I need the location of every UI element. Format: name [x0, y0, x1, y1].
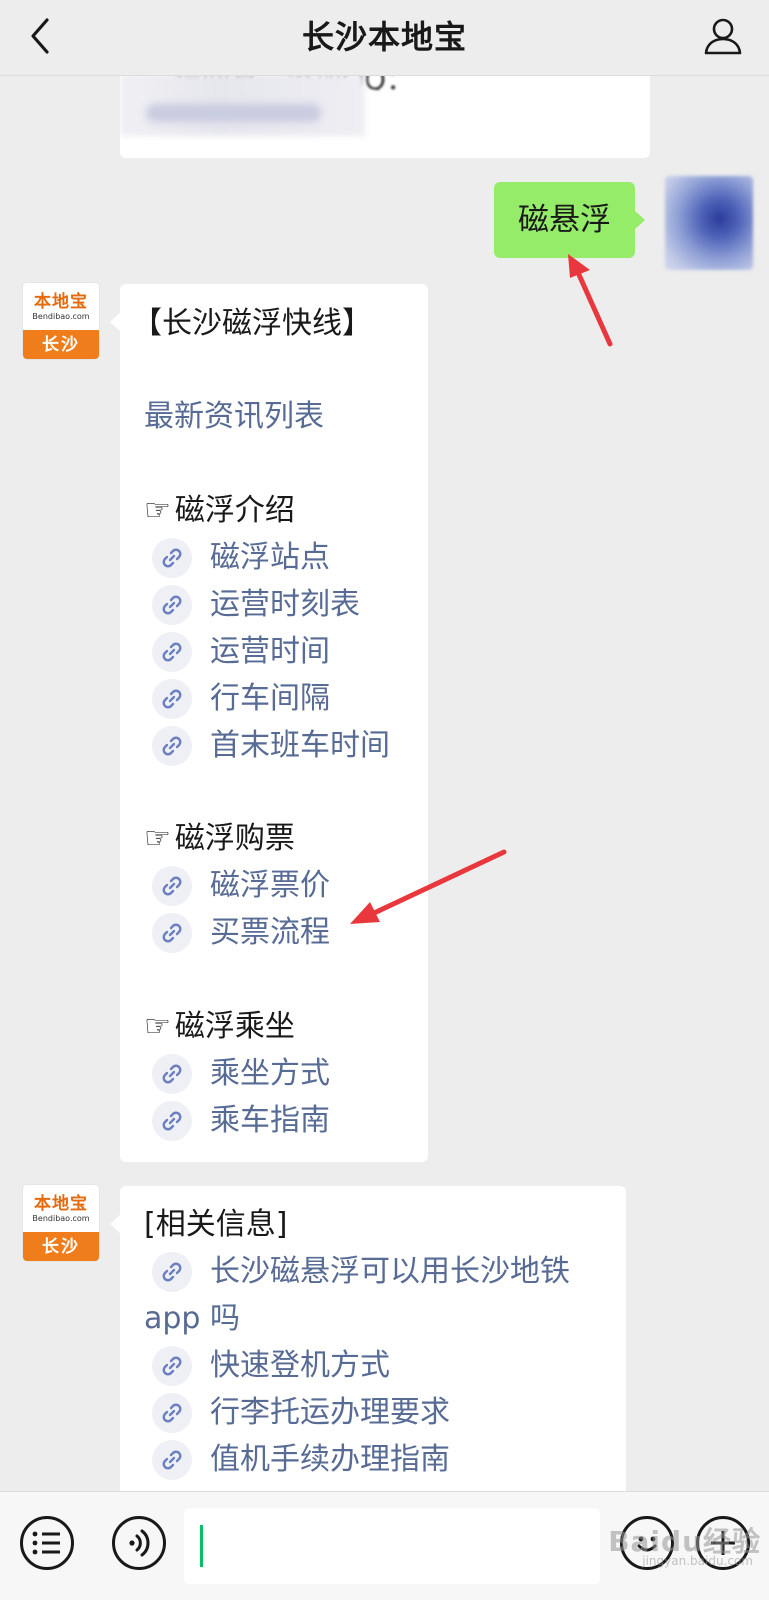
card-title: 【长沙磁浮快线】 — [132, 306, 372, 341]
logo-text: 本地宝 — [34, 1193, 88, 1214]
link-buy-process[interactable]: 买票流程 — [152, 910, 330, 956]
voice-button[interactable] — [112, 1516, 166, 1570]
menu-message-card: 【长沙磁浮快线】 最新资讯列表 ☞ 磁浮介绍 磁浮站点 运营时刻表 运营时间 行车… — [110, 284, 428, 1162]
logo-city: 长沙 — [23, 330, 99, 359]
bot-avatar[interactable]: 本地宝 Bendibao.com 长沙 — [22, 282, 100, 360]
related-info-heading: [相关信息] — [144, 1207, 288, 1242]
outgoing-message[interactable]: 磁悬浮 — [494, 182, 645, 258]
logo-subtext: Bendibao.com — [32, 1213, 90, 1223]
section-heading-tickets: ☞ 磁浮购票 — [144, 821, 295, 856]
link-fares[interactable]: 磁浮票价 — [152, 863, 330, 909]
link-hours[interactable]: 运营时间 — [152, 629, 330, 675]
link-timetable[interactable]: 运营时刻表 — [152, 582, 360, 628]
section-heading-riding: ☞ 磁浮乘坐 — [144, 1009, 295, 1044]
link-icon — [152, 632, 192, 672]
link-icon — [152, 726, 192, 766]
link-icon — [152, 585, 192, 625]
link-luggage[interactable]: 行李托运办理要求 — [152, 1390, 450, 1436]
annotation-arrow-up — [568, 254, 613, 347]
logo-city: 长沙 — [23, 1232, 99, 1261]
link-stations[interactable]: 磁浮站点 — [152, 535, 330, 581]
message-input[interactable] — [184, 1508, 600, 1584]
user-avatar[interactable] — [665, 176, 753, 270]
pointing-hand-icon: ☞ — [144, 1009, 171, 1044]
list-icon — [32, 1531, 60, 1555]
voice-icon — [129, 1529, 150, 1557]
link-riding-method[interactable]: 乘坐方式 — [152, 1051, 330, 1097]
link-check-in[interactable]: 值机手续办理指南 — [152, 1437, 450, 1483]
link-first-last-train[interactable]: 首末班车时间 — [152, 723, 390, 769]
related-info-card: [相关信息] 长沙磁悬浮可以用长沙地铁 app 吗 快速登机方式 行李托运办理要… — [110, 1186, 626, 1496]
profile-button[interactable] — [699, 12, 747, 60]
logo-subtext: Bendibao.com — [32, 311, 90, 321]
link-intervals[interactable]: 行车间隔 — [152, 676, 330, 722]
pointing-hand-icon: ☞ — [144, 493, 171, 528]
link-icon — [152, 1440, 192, 1480]
annotation-arrow-left — [350, 849, 507, 924]
link-fast-boarding[interactable]: 快速登机方式 — [152, 1343, 390, 1389]
link-icon — [152, 913, 192, 953]
link-metro-app-cont[interactable]: app 吗 — [144, 1296, 240, 1342]
link-icon — [152, 1393, 192, 1433]
top-bar: 长沙本地宝 — [0, 0, 769, 76]
link-icon — [152, 679, 192, 719]
person-icon — [704, 18, 742, 55]
link-icon — [152, 1252, 192, 1292]
link-icon — [152, 1054, 192, 1094]
link-icon — [152, 1346, 192, 1386]
menu-button[interactable] — [20, 1516, 74, 1570]
logo-text: 本地宝 — [34, 291, 88, 312]
chat-title: 长沙本地宝 — [301, 18, 467, 56]
input-bar: Baidu经验 jingyan.baidu.com — [0, 1491, 769, 1600]
link-icon — [152, 1101, 192, 1141]
bot-avatar[interactable]: 本地宝 Bendibao.com 长沙 — [22, 1184, 100, 1262]
news-list-link[interactable]: 最新资讯列表 — [144, 394, 324, 440]
link-icon — [152, 866, 192, 906]
link-icon — [152, 538, 192, 578]
pointing-hand-icon: ☞ — [144, 821, 171, 856]
link-metro-app[interactable]: 长沙磁悬浮可以用长沙地铁 — [152, 1249, 570, 1295]
watermark-url: jingyan.baidu.com — [642, 1554, 753, 1568]
blurred-contact-line — [146, 104, 321, 122]
text-caret — [200, 1525, 203, 1567]
link-riding-guide[interactable]: 乘车指南 — [152, 1098, 330, 1144]
section-heading-intro: ☞ 磁浮介绍 — [144, 493, 295, 528]
